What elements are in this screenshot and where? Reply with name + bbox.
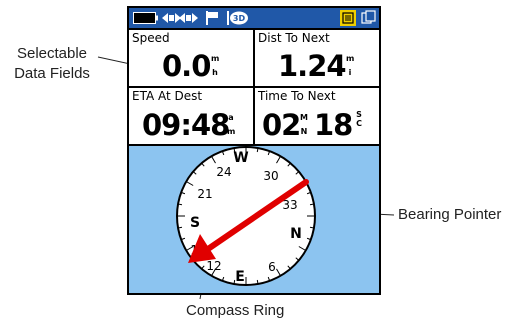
- callout-data-fields-line2: Data Fields: [14, 65, 90, 82]
- flag-icon: [206, 11, 218, 25]
- compass-tick-label: 21: [197, 187, 212, 201]
- compass-tick: [256, 147, 259, 153]
- field-speed-unit-bottom: h: [212, 68, 218, 77]
- compass-label-n: N: [290, 226, 302, 242]
- field-time-seconds: 18: [314, 108, 353, 142]
- field-eta-unit-top: a: [228, 113, 234, 122]
- field-time-label: Time To Next: [258, 89, 336, 103]
- compass-label-s: S: [190, 215, 200, 231]
- field-eta-label: ETA At Dest: [132, 89, 203, 103]
- field-time-to-next[interactable]: Time To Next 02 M N 18 S C: [255, 88, 379, 144]
- field-time-min-unit-bottom: N: [300, 127, 308, 136]
- field-dist-label: Dist To Next: [258, 31, 330, 45]
- compass-tick-label: 6: [268, 260, 276, 274]
- field-time-sec-unit-top: S: [356, 110, 362, 119]
- compass-tick: [177, 226, 183, 229]
- compass-tick-label: 30: [263, 169, 278, 183]
- field-speed-label: Speed: [132, 31, 170, 45]
- callout-compass-ring: Compass Ring: [186, 302, 285, 319]
- field-time-sec-unit-bottom: C: [356, 119, 362, 128]
- 3d-fix-badge: 3D: [233, 14, 246, 23]
- field-dist-to-next[interactable]: Dist To Next 1.24 m i: [255, 30, 379, 86]
- field-speed[interactable]: Speed 0.0 m h: [129, 30, 253, 86]
- field-eta-at-dest[interactable]: ETA At Dest 09:48 a m: [129, 88, 253, 144]
- compass-tick: [256, 279, 259, 285]
- compass-label-e: E: [235, 269, 245, 285]
- compass-label-w: W: [233, 150, 248, 166]
- compass-tick: [309, 203, 315, 206]
- 3d-fix-icon: 3D: [227, 11, 248, 25]
- status-bar: 3D: [129, 8, 379, 28]
- compass-tick-label: 24: [216, 165, 231, 179]
- field-eta-value: 09:48: [142, 108, 230, 142]
- callout-selectable-data-fields: Selectable Data Fields: [6, 44, 98, 84]
- compass-area: W 30 33 N 24 21 S 15 12 E 6: [129, 146, 379, 293]
- compass-tick-label: 12: [206, 259, 221, 273]
- compass-ring: W 30 33 N 24 21 S 15 12 E 6: [176, 146, 316, 286]
- field-eta-unit-bottom: m: [227, 127, 236, 136]
- field-speed-value: 0.0: [162, 49, 211, 83]
- menu-icon[interactable]: [340, 10, 356, 26]
- field-speed-unit-top: m: [211, 54, 220, 63]
- gps-screen: 3D Speed 0.0 m h Dist To Next 1.24 m i E…: [127, 6, 381, 295]
- field-dist-unit-top: m: [346, 54, 355, 63]
- field-time-min-unit-top: M: [300, 113, 308, 122]
- field-dist-unit-bottom: i: [348, 68, 352, 77]
- field-time-minutes: 02: [262, 108, 301, 142]
- field-dist-value: 1.24: [278, 49, 347, 83]
- callout-data-fields-line1: Selectable: [16, 45, 88, 62]
- battery-icon: [133, 12, 158, 24]
- page-icon[interactable]: [360, 10, 376, 26]
- compass-tick: [309, 226, 315, 229]
- callout-bearing-pointer: Bearing Pointer: [398, 206, 502, 223]
- compass-tick: [177, 203, 183, 206]
- signal-icon: [162, 13, 198, 23]
